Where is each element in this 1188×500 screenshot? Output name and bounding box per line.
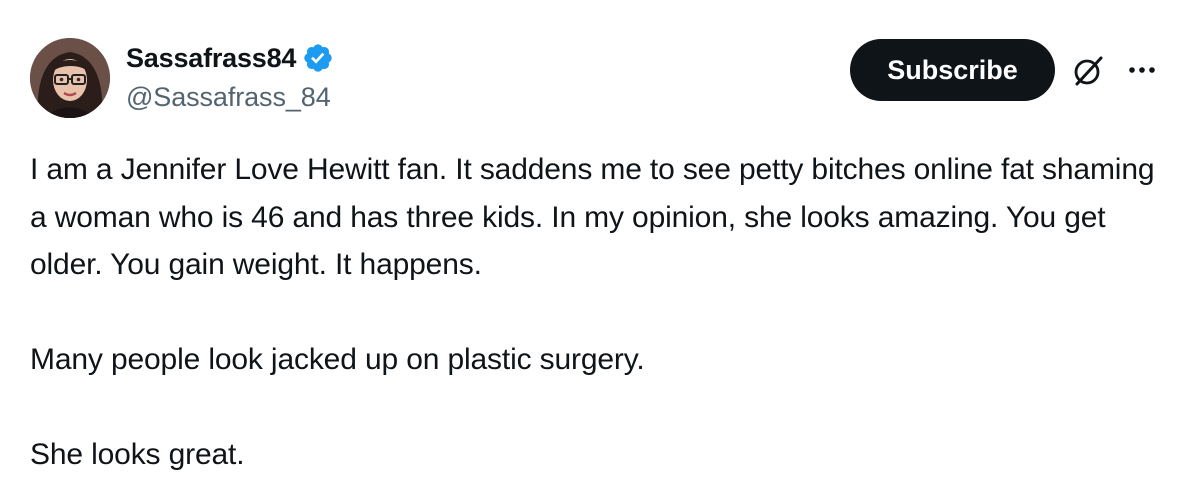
tweet-text: I am a Jennifer Love Hewitt fan. It sadd…	[30, 146, 1170, 479]
tweet-paragraph: I am a Jennifer Love Hewitt fan. It sadd…	[30, 153, 1155, 281]
author-display-name[interactable]: Sassafrass84	[126, 43, 296, 74]
author-name-row: Sassafrass84	[126, 40, 334, 76]
tweet-paragraph: Many people look jacked up on plastic su…	[30, 343, 645, 376]
verified-badge-icon[interactable]	[302, 42, 334, 74]
subscribe-button[interactable]: Subscribe	[850, 39, 1055, 101]
tweet-paragraph: She looks great.	[30, 438, 245, 471]
avatar-image	[30, 38, 110, 118]
grok-icon[interactable]	[1070, 52, 1108, 90]
author-handle[interactable]: @Sassafrass_84	[126, 82, 331, 113]
more-options-icon[interactable]	[1124, 60, 1164, 80]
avatar[interactable]	[30, 38, 110, 118]
